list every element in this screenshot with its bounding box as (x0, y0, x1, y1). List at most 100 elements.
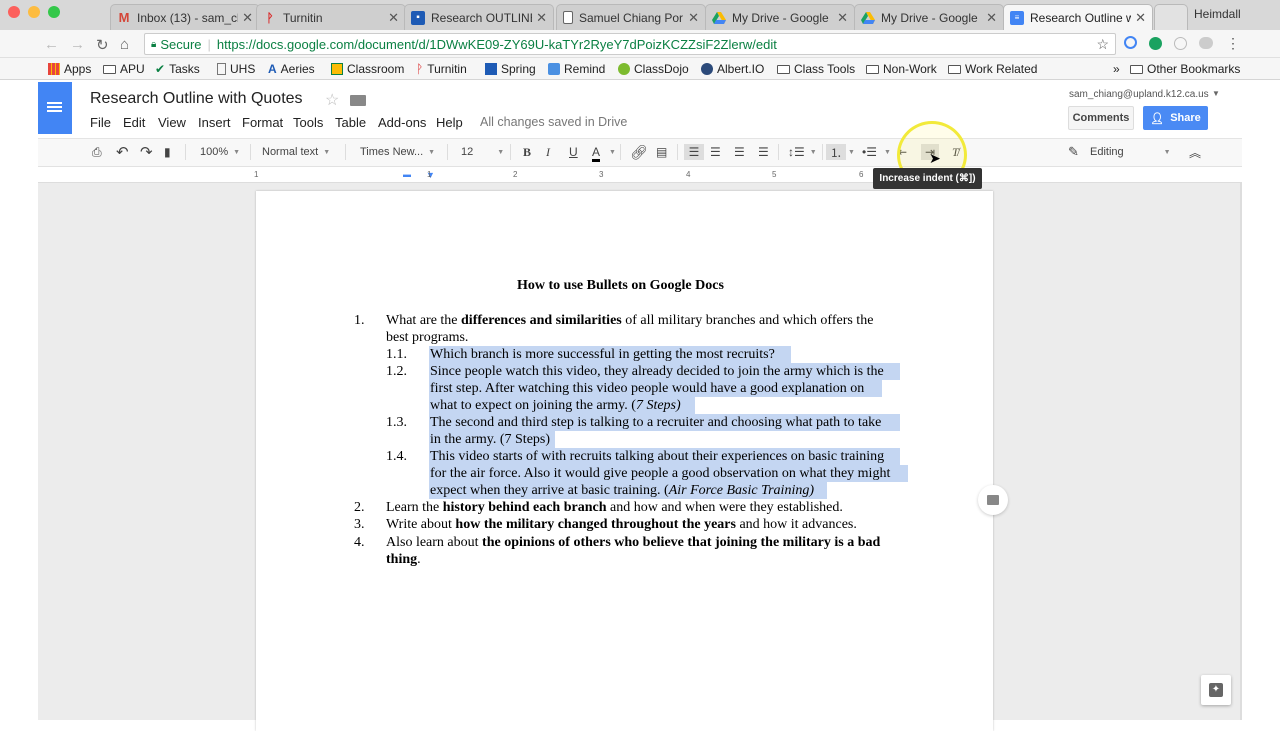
text-color-button[interactable]: A (592, 144, 601, 162)
save-status[interactable]: All changes saved in Drive (480, 115, 627, 129)
bookmark-aeries[interactable]: A Aeries (268, 62, 315, 76)
style-select[interactable]: Normal text ▼ (262, 144, 330, 160)
forward-arrow-icon[interactable]: → (70, 36, 85, 53)
link-icon[interactable]: 🔗︎ (630, 144, 648, 160)
star-icon[interactable]: ☆ (325, 90, 339, 110)
docs-icon: ≡ (1010, 10, 1024, 25)
folder-icon[interactable] (350, 95, 366, 106)
comments-button[interactable]: Comments (1068, 106, 1134, 130)
extension-icon[interactable] (1149, 37, 1162, 50)
share-button[interactable]: 👤︎ Share (1143, 106, 1208, 130)
bookmark-classdojo[interactable]: ClassDojo (618, 62, 689, 76)
explore-button[interactable]: ✦ (1201, 675, 1231, 705)
scrollbar[interactable] (1240, 183, 1242, 720)
chevron-down-icon[interactable]: ▼ (884, 144, 891, 160)
close-tab-icon[interactable]: ✕ (388, 10, 399, 26)
menu-tools[interactable]: Tools (293, 115, 323, 130)
collapse-menu-icon[interactable]: ︽ (1189, 144, 1201, 160)
bookmark-spring[interactable]: Spring (485, 62, 536, 76)
extension-icon[interactable] (1199, 37, 1213, 49)
browser-tab[interactable]: M Inbox (13) - sam_cl ✕ (110, 4, 260, 30)
browser-tab-active[interactable]: ≡ Research Outline w ✕ (1003, 4, 1153, 30)
explore-icon: ✦ (1209, 683, 1223, 697)
italic-button[interactable]: I (546, 144, 550, 160)
browser-tab[interactable]: Samuel Chiang Por ✕ (556, 4, 706, 30)
document-title[interactable]: Research Outline with Quotes (90, 90, 303, 108)
numbered-list-icon[interactable]: ⒈ (826, 144, 846, 160)
align-center-icon[interactable]: ☰ (710, 144, 721, 160)
close-tab-icon[interactable]: ✕ (688, 10, 699, 26)
align-justify-icon[interactable]: ☰ (758, 144, 769, 160)
list-item-text: Write about how the military changed thr… (386, 517, 857, 532)
bookmark-other[interactable]: Other Bookmarks (1130, 62, 1240, 76)
maximize-window-button[interactable] (48, 6, 60, 18)
home-icon[interactable]: ⌂ (120, 36, 129, 53)
align-left-icon[interactable]: ☰ (684, 144, 704, 160)
extension-icon[interactable] (1174, 37, 1187, 50)
new-tab-button[interactable] (1154, 4, 1188, 30)
menu-edit[interactable]: Edit (123, 115, 145, 130)
bookmark-work-related[interactable]: Work Related (948, 62, 1037, 76)
bookmark-turnitin[interactable]: ᚹ Turnitin (416, 62, 467, 76)
star-icon[interactable]: ☆ (1096, 36, 1109, 53)
underline-button[interactable]: U (569, 144, 578, 160)
chrome-menu-icon[interactable]: ⋮ (1226, 35, 1240, 52)
menu-table[interactable]: Table (335, 115, 366, 130)
menu-view[interactable]: View (158, 115, 186, 130)
menu-help[interactable]: Help (436, 115, 463, 130)
browser-tab[interactable]: My Drive - Google ✕ (854, 4, 1004, 30)
chevron-down-icon[interactable]: ▼ (609, 144, 616, 160)
chevron-down-icon[interactable]: ▼ (848, 144, 855, 160)
menu-file[interactable]: File (90, 115, 111, 130)
first-line-indent-icon[interactable]: ▬ (403, 170, 411, 179)
bookmark-apps[interactable]: Apps (48, 62, 91, 76)
browser-tab[interactable]: ᚹ Turnitin ✕ (256, 4, 406, 30)
ruler[interactable] (38, 167, 1242, 183)
add-comment-button[interactable] (978, 485, 1008, 515)
menu-addons[interactable]: Add-ons (378, 115, 426, 130)
bookmark-tasks[interactable]: ✔ Tasks (155, 62, 200, 76)
close-tab-icon[interactable]: ✕ (536, 10, 547, 26)
menu-insert[interactable]: Insert (198, 115, 231, 130)
close-window-button[interactable] (8, 6, 20, 18)
close-tab-icon[interactable]: ✕ (242, 10, 253, 26)
minimize-window-button[interactable] (28, 6, 40, 18)
align-right-icon[interactable]: ☰ (734, 144, 745, 160)
undo-icon[interactable]: ↶ (116, 144, 129, 161)
close-tab-icon[interactable]: ✕ (837, 10, 848, 26)
zoom-select[interactable]: 100% ▼ (200, 144, 240, 160)
paint-format-icon[interactable]: ▮ (164, 144, 171, 160)
redo-icon[interactable]: ↷ (140, 144, 153, 161)
bookmarks-overflow-button[interactable]: » (1113, 62, 1120, 76)
comment-icon[interactable]: ▤ (656, 144, 667, 160)
bookmark-remind[interactable]: Remind (548, 62, 605, 76)
print-icon[interactable]: ⎙ (92, 144, 102, 160)
user-email[interactable]: sam_chiang@upland.k12.ca.us (1069, 89, 1209, 100)
bookmark-albert[interactable]: Albert.IO (701, 62, 764, 76)
line-spacing-icon[interactable]: ↕☰ ▼ (788, 144, 817, 160)
docs-logo-icon[interactable] (38, 82, 72, 134)
profile-name[interactable]: Heimdall (1194, 7, 1241, 21)
back-arrow-icon[interactable]: ← (44, 36, 59, 53)
bookmark-uhs[interactable]: UHS (217, 62, 255, 76)
font-select[interactable]: Times New... ▼ (360, 144, 435, 160)
bulleted-list-icon[interactable]: •☰ (862, 144, 877, 160)
reload-icon[interactable]: ↻ (96, 36, 109, 54)
window-edge (1242, 80, 1280, 720)
chevron-down-icon[interactable]: ▼ (1212, 89, 1220, 98)
close-tab-icon[interactable]: ✕ (986, 10, 997, 26)
browser-tab[interactable]: ▪ Research OUTLINE ✕ (404, 4, 554, 30)
editing-mode-select[interactable]: Editing ▼ (1090, 144, 1171, 160)
address-bar[interactable]: 🔒︎ Secure | https://docs.google.com/docu… (144, 33, 1116, 55)
browser-tab[interactable]: My Drive - Google ✕ (705, 4, 855, 30)
bold-button[interactable]: B (523, 144, 531, 160)
close-tab-icon[interactable]: ✕ (1135, 10, 1146, 26)
bookmark-classroom[interactable]: Classroom (331, 62, 404, 76)
extension-icon[interactable] (1124, 36, 1137, 49)
list-item-text: Learn the history behind each branch and… (386, 500, 843, 515)
bookmark-apu[interactable]: APU (103, 62, 145, 76)
font-size-select[interactable]: 12 ▼ (461, 144, 504, 160)
bookmark-class-tools[interactable]: Class Tools (777, 62, 855, 76)
bookmark-non-work[interactable]: Non-Work (866, 62, 937, 76)
menu-format[interactable]: Format (242, 115, 283, 130)
